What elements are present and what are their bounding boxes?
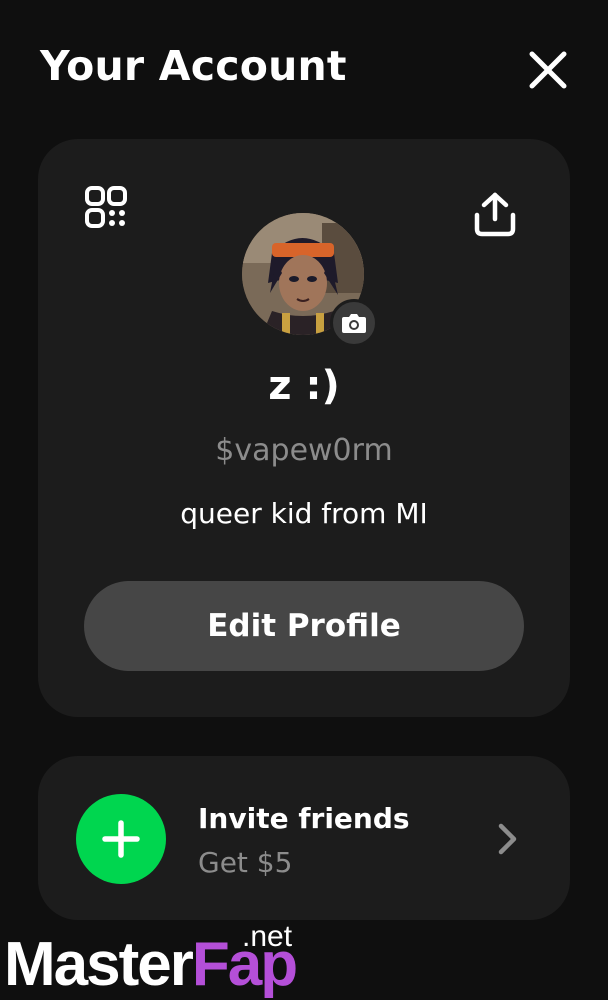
invite-friends-row[interactable]: Invite friends Get $5 [38, 756, 570, 920]
watermark-suffix: .net [242, 920, 293, 953]
close-icon [529, 51, 567, 89]
invite-title: Invite friends [198, 802, 410, 835]
invite-plus-button [76, 794, 166, 884]
display-name: z :) [268, 363, 340, 409]
watermark-logo: MasterFap .net [0, 922, 310, 1000]
invite-subtitle: Get $5 [198, 846, 293, 879]
cashtag: $vapew0rm [215, 433, 393, 468]
change-photo-button[interactable] [330, 299, 378, 347]
camera-icon [342, 314, 366, 333]
edit-profile-button[interactable]: Edit Profile [84, 581, 524, 671]
qr-code-icon [85, 186, 127, 228]
profile-bio: queer kid from MI [180, 497, 428, 530]
profile-card: z :) $vapew0rm queer kid from MI Edit Pr… [38, 139, 570, 717]
plus-icon [102, 820, 140, 858]
share-icon [474, 192, 516, 237]
page-title: Your Account [40, 42, 347, 90]
close-button[interactable] [526, 48, 570, 92]
chevron-right-icon [498, 823, 517, 855]
qr-code-button[interactable] [84, 185, 128, 229]
share-button[interactable] [472, 191, 518, 237]
account-screen: Your Account z:) $vapew0rm queer kid fr… [0, 0, 608, 1000]
